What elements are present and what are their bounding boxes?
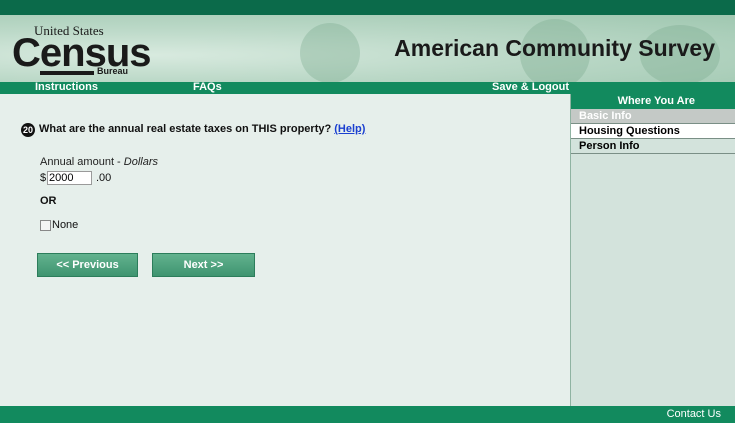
annual-amount-input[interactable] bbox=[47, 171, 92, 185]
where-you-are-sidebar: Where You Are Basic Info Housing Questio… bbox=[570, 94, 735, 406]
nav-save-logout-link[interactable]: Save & Logout bbox=[492, 81, 569, 93]
question-text-row: What are the annual real estate taxes on… bbox=[39, 123, 365, 135]
census-logo[interactable]: United States Census Bureau bbox=[10, 21, 151, 78]
none-label[interactable]: None bbox=[52, 219, 78, 231]
amount-label-text: Annual amount - bbox=[40, 156, 124, 168]
sidebar-item-housing-questions: Housing Questions bbox=[571, 124, 735, 139]
sidebar-heading: Where You Are bbox=[571, 94, 735, 109]
nav-bar: Instructions FAQs Save & Logout bbox=[0, 81, 735, 94]
help-link[interactable]: (Help) bbox=[334, 123, 365, 135]
survey-title: American Community Survey bbox=[394, 35, 715, 61]
cents-label: .00 bbox=[96, 172, 112, 184]
dollar-sign: $ bbox=[40, 172, 47, 184]
nav-faqs-link[interactable]: FAQs bbox=[193, 81, 222, 93]
sidebar-item-person-info[interactable]: Person Info bbox=[571, 139, 735, 154]
header-banner: United States Census Bureau American Com… bbox=[0, 15, 735, 82]
amount-label: Annual amount - Dollars bbox=[40, 156, 158, 168]
banner-photo-shape bbox=[300, 23, 360, 82]
nav-instructions-link[interactable]: Instructions bbox=[35, 81, 98, 93]
none-checkbox[interactable] bbox=[40, 220, 51, 231]
logo-bureau: Bureau bbox=[97, 66, 129, 76]
next-button[interactable]: Next >> bbox=[152, 253, 255, 277]
contact-us-link[interactable]: Contact Us bbox=[667, 408, 721, 420]
or-label: OR bbox=[40, 195, 57, 207]
question-number-badge: 20 bbox=[21, 123, 35, 137]
previous-button[interactable]: << Previous bbox=[37, 253, 138, 277]
sidebar-item-basic-info: Basic Info bbox=[571, 109, 735, 124]
top-strip bbox=[0, 0, 735, 15]
logo-census: Census bbox=[12, 31, 151, 75]
amount-unit: Dollars bbox=[123, 156, 159, 168]
logo-bar bbox=[40, 71, 94, 75]
footer-bar: Contact Us bbox=[0, 406, 735, 423]
question-panel bbox=[0, 94, 570, 406]
question-text: What are the annual real estate taxes on… bbox=[39, 123, 332, 135]
